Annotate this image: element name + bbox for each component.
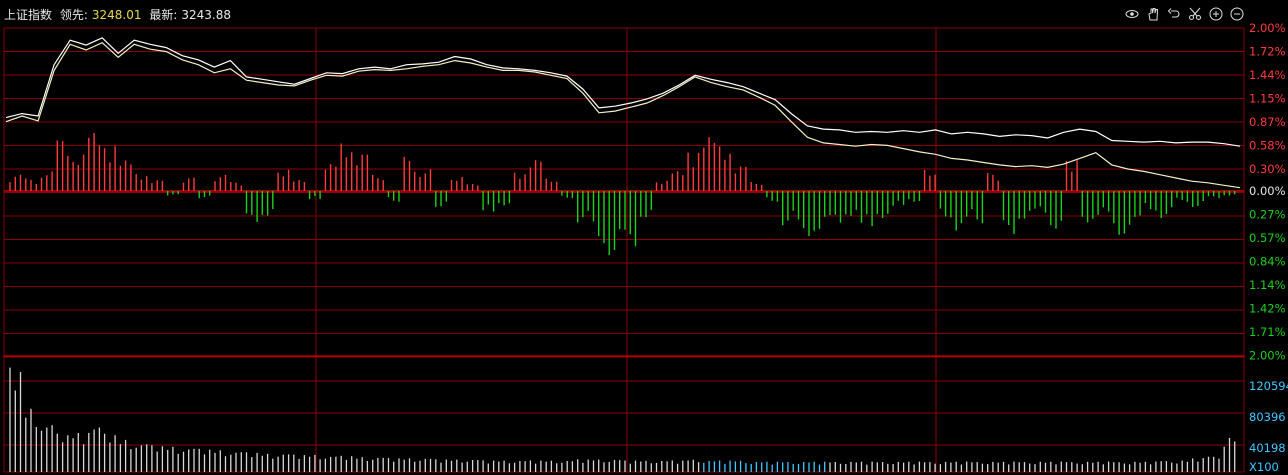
chart-toolbar <box>1124 6 1244 24</box>
zoom-in-icon[interactable] <box>1208 6 1223 21</box>
axis-tick-label: 2.00% <box>1249 349 1286 363</box>
axis-tick-label: 1.44% <box>1249 68 1286 82</box>
undo-icon[interactable] <box>1166 6 1181 21</box>
axis-tick-label: X100 <box>1249 460 1279 474</box>
last-value: 3243.88 <box>181 8 232 22</box>
timeshare-chart[interactable]: 2.00% 1.72% 1.44% 1.15% 0.87% 0.58% 0.30% 0.00%… <box>0 0 1288 475</box>
axis-tick-label: 0.57% <box>1249 231 1286 245</box>
axis-tick-label: 120594 <box>1249 379 1288 393</box>
axis-tick-label: 1.72% <box>1249 45 1286 59</box>
hand-icon[interactable] <box>1145 6 1160 21</box>
axis-tick-label: 0.30% <box>1249 162 1286 176</box>
eye-icon[interactable] <box>1124 6 1139 21</box>
axis-tick-label: 0.87% <box>1249 115 1286 129</box>
scissors-icon[interactable] <box>1187 6 1202 21</box>
zoom-out-icon[interactable] <box>1229 6 1244 21</box>
axis-tick-label: 1.14% <box>1249 278 1286 292</box>
chart-header: 上证指数 领先: 3248.01 最新: 3243.88 <box>0 6 235 24</box>
chart-background <box>0 0 1288 475</box>
axis-tick-label: 1.71% <box>1249 325 1286 339</box>
axis-tick-label: 0.84% <box>1249 255 1286 269</box>
price-axis: 2.00% 1.72% 1.44% 1.15% 0.87% 0.58% 0.30% 0.00%… <box>1249 21 1286 363</box>
axis-tick-label: 2.00% <box>1249 21 1286 35</box>
axis-tick-label: 0.58% <box>1249 139 1286 153</box>
axis-tick-label: 1.15% <box>1249 92 1286 106</box>
axis-tick-label: 80396 <box>1249 410 1286 424</box>
axis-tick-label: 0.27% <box>1249 208 1286 222</box>
axis-tick-label: 0.00% <box>1249 184 1286 198</box>
lead-value: 3248.01 <box>91 8 142 22</box>
last-label: 最新: <box>149 8 178 22</box>
lead-label: 领先: <box>59 8 88 22</box>
axis-tick-label: 1.42% <box>1249 302 1286 316</box>
index-name: 上证指数 <box>4 8 53 22</box>
axis-tick-label: 40198 <box>1249 441 1286 455</box>
